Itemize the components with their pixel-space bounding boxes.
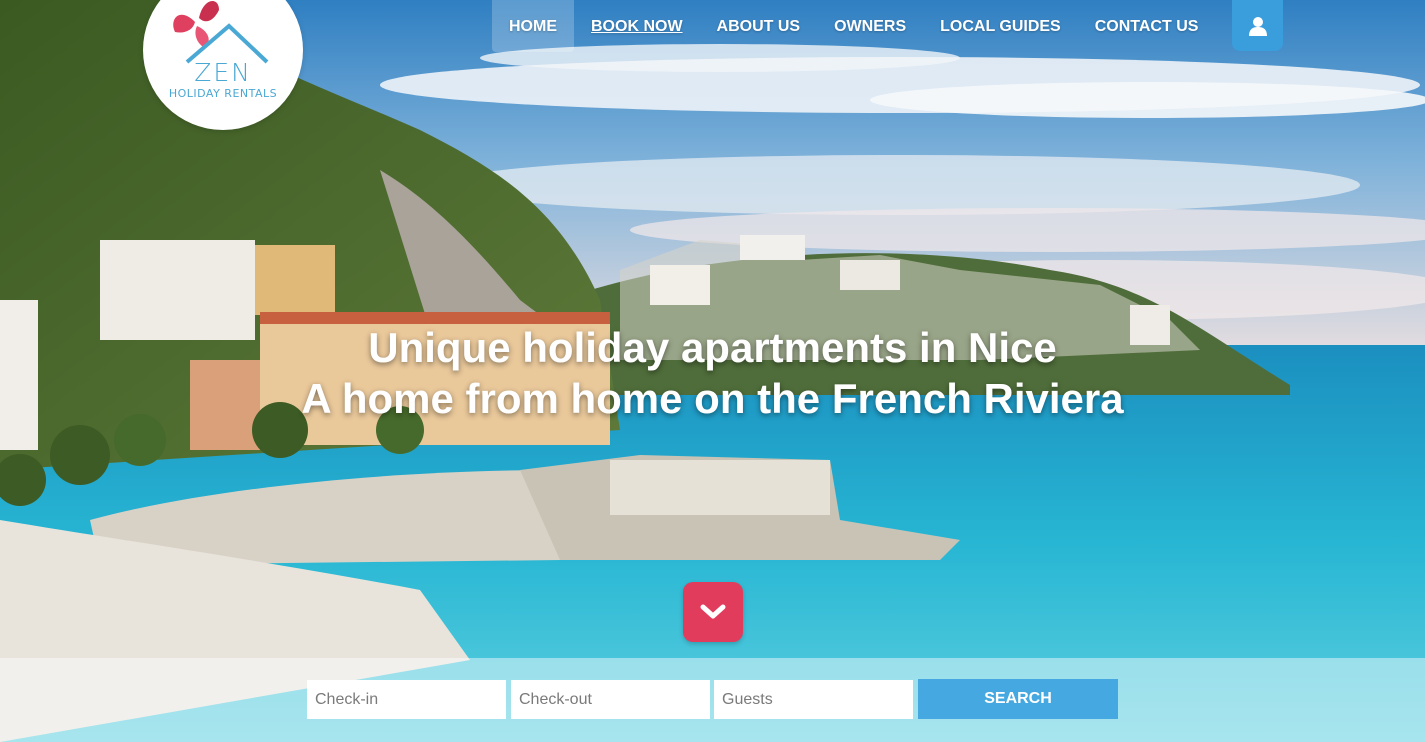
checkout-field[interactable] — [511, 680, 710, 719]
search-button[interactable]: SEARCH — [918, 679, 1118, 719]
hero-line-1: Unique holiday apartments in Nice — [368, 324, 1057, 371]
nav-book-now[interactable]: BOOK NOW — [574, 0, 700, 52]
main-nav: HOME BOOK NOW ABOUT US OWNERS LOCAL GUID… — [492, 0, 1215, 52]
nav-contact-us[interactable]: CONTACT US — [1078, 0, 1216, 52]
guests-field[interactable] — [714, 680, 913, 719]
checkin-field[interactable] — [307, 680, 506, 719]
nav-home[interactable]: HOME — [492, 0, 574, 52]
nav-owners[interactable]: OWNERS — [817, 0, 923, 52]
chevron-down-icon — [700, 604, 726, 619]
logo-wordmark: ZEN — [194, 58, 252, 87]
nav-about-us[interactable]: ABOUT US — [700, 0, 818, 52]
hero-line-2: A home from home on the French Riviera — [301, 375, 1124, 422]
user-account-button[interactable] — [1232, 0, 1283, 51]
scroll-down-button[interactable] — [683, 582, 743, 642]
logo-tagline: HOLIDAY RENTALS — [168, 87, 278, 100]
hero-headline: Unique holiday apartments in Nice A home… — [0, 322, 1425, 424]
search-bar-background — [0, 658, 1425, 742]
user-icon — [1248, 16, 1267, 36]
nav-local-guides[interactable]: LOCAL GUIDES — [923, 0, 1078, 52]
